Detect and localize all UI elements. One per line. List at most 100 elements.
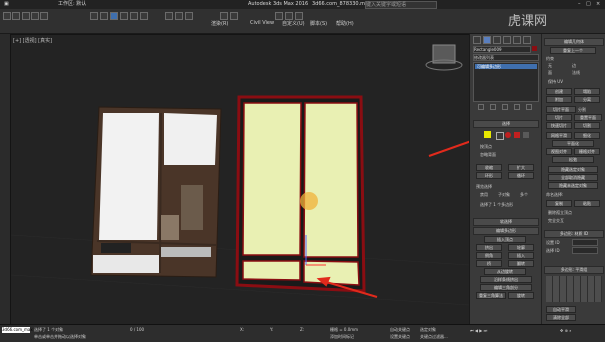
maximize-icon[interactable]: □ — [586, 0, 591, 9]
constraint-none-radio[interactable]: 无 — [548, 63, 552, 69]
show-end-result-icon[interactable] — [490, 104, 496, 110]
turn-button[interactable]: 旋转 — [508, 292, 534, 299]
border-mode-icon[interactable] — [505, 132, 511, 138]
selected-filter-dropdown[interactable]: 选定对象 — [420, 327, 436, 333]
object-name-field[interactable]: Rectangle009 — [473, 46, 531, 53]
paste-button[interactable]: 粘贴 — [574, 200, 600, 207]
motion-tab-icon[interactable] — [503, 36, 511, 44]
display-tab-icon[interactable] — [513, 36, 521, 44]
unhide-all-button[interactable]: 全部取消隐藏 — [548, 174, 598, 181]
configure-modifier-icon[interactable] — [526, 104, 532, 110]
constraint-normal-radio[interactable]: 法线 — [572, 70, 580, 76]
constraint-edge-radio[interactable]: 边 — [572, 63, 576, 69]
smoothing-group-grid[interactable] — [546, 276, 602, 302]
extrude-along-spline-button[interactable]: 沿样条线挤出 — [480, 276, 532, 283]
key-filters-button[interactable]: 关键点过滤器... — [420, 334, 448, 340]
angle-snap-icon[interactable] — [175, 12, 183, 20]
by-vertex-checkbox[interactable]: 按顶点 — [480, 144, 492, 150]
remove-modifier-icon[interactable] — [514, 104, 520, 110]
full-interactivity-checkbox[interactable]: 完全交互 — [548, 218, 564, 224]
mirror-icon[interactable] — [220, 12, 228, 20]
edge-mode-icon[interactable] — [496, 132, 504, 140]
rotate-icon[interactable] — [130, 12, 138, 20]
modify-tab-icon[interactable] — [483, 36, 491, 44]
reset-plane-button[interactable]: 重置平面 — [574, 114, 602, 121]
select-id-field[interactable] — [572, 247, 598, 254]
modifier-list-dropdown[interactable]: 修改器列表 — [473, 54, 539, 61]
preview-disabled-radio[interactable]: 禁用 — [480, 192, 488, 198]
preview-multi-radio[interactable]: 多个 — [520, 192, 528, 198]
hierarchy-tab-icon[interactable] — [493, 36, 501, 44]
outline-button[interactable]: 轮廓 — [508, 244, 534, 251]
soft-selection-rollout-header[interactable]: 软选择 — [473, 218, 539, 226]
loop-button[interactable]: 循环 — [508, 172, 534, 179]
set-key-button[interactable]: 设置关键点 — [390, 334, 410, 340]
edit-triangulation-button[interactable]: 编辑三角剖分 — [480, 284, 532, 291]
pin-stack-icon[interactable] — [478, 104, 484, 110]
bevel-button[interactable]: 倒角 — [476, 252, 502, 259]
vertex-mode-icon[interactable] — [484, 131, 491, 138]
viewport-nav-icon[interactable]: ✥ ⊕ ⌕ — [560, 328, 572, 333]
align-icon[interactable] — [230, 12, 238, 20]
grid-align-button[interactable]: 栅格对齐 — [574, 148, 600, 155]
preserve-uvs-checkbox[interactable]: 保持 UV — [548, 79, 563, 85]
percent-snap-icon[interactable] — [185, 12, 193, 20]
ring-button[interactable]: 环形 — [476, 172, 502, 179]
edit-geometry-rollout-header[interactable]: 编辑几何体 — [544, 38, 604, 46]
menu-render[interactable]: 渲染(R) — [211, 20, 228, 27]
menu-civil-view[interactable]: Civil View — [250, 20, 274, 26]
minimize-icon[interactable]: – — [578, 0, 581, 9]
flip-button[interactable]: 翻转 — [508, 260, 534, 267]
make-planar-button[interactable]: 平面化 — [552, 140, 594, 147]
undo-icon[interactable] — [3, 12, 11, 20]
polygon-material-rollout-header[interactable]: 多边形: 材质 ID — [544, 230, 604, 238]
collapse-button[interactable]: 塌陷 — [574, 88, 600, 95]
set-id-field[interactable] — [572, 239, 598, 246]
constraint-face-radio[interactable]: 面 — [548, 70, 552, 76]
bridge-button[interactable]: 桥 — [476, 260, 502, 267]
repeat-last-button[interactable]: 重复上一个 — [550, 47, 596, 54]
hide-unselected-button[interactable]: 隐藏未选定对象 — [548, 182, 598, 189]
slice-button[interactable]: 切片 — [546, 114, 572, 121]
msmooth-button[interactable]: 网格平滑 — [546, 132, 572, 139]
relax-button[interactable]: 松弛 — [552, 156, 594, 163]
select-id-button[interactable]: 选择 ID — [546, 248, 560, 254]
element-mode-icon[interactable] — [523, 132, 529, 138]
edit-polygons-rollout-header[interactable]: 编辑多边形 — [473, 227, 539, 235]
preview-subobject-radio[interactable]: 子对象 — [498, 192, 510, 198]
object-color-swatch[interactable] — [532, 46, 537, 51]
link-icon[interactable] — [22, 12, 30, 20]
render-icon[interactable] — [295, 12, 303, 20]
render-setup-icon[interactable] — [285, 12, 293, 20]
clear-all-button[interactable]: 清除全部 — [546, 314, 576, 321]
view-align-button[interactable]: 视图对齐 — [546, 148, 572, 155]
select-by-name-icon[interactable] — [100, 12, 108, 20]
quickslice-button[interactable]: 快速切片 — [546, 122, 572, 129]
slice-plane-button[interactable]: 切片平面 — [546, 106, 576, 113]
perspective-viewport[interactable]: [+] [透视] [真实] — [10, 34, 470, 326]
make-unique-icon[interactable] — [502, 104, 508, 110]
hide-selected-button[interactable]: 隐藏选定对象 — [548, 166, 598, 173]
maxscript-listener[interactable]: 3d66.com_max — [2, 327, 33, 333]
scale-icon[interactable] — [140, 12, 148, 20]
auto-smooth-button[interactable]: 自动平滑 — [546, 306, 576, 313]
grow-button[interactable]: 扩大 — [508, 164, 534, 171]
app-menu-icon[interactable]: ▣ — [4, 0, 9, 9]
select-region-icon[interactable] — [110, 12, 118, 20]
create-tab-icon[interactable] — [473, 36, 481, 44]
tessellate-button[interactable]: 细化 — [574, 132, 600, 139]
smoothing-groups-rollout-header[interactable]: 多边形: 平滑组 — [544, 266, 604, 274]
menu-scripting[interactable]: 脚本(S) — [310, 20, 327, 27]
ignore-backfacing-checkbox[interactable]: 忽略背面 — [480, 152, 496, 158]
polygon-mode-icon[interactable] — [514, 132, 520, 138]
material-editor-icon[interactable] — [275, 12, 283, 20]
workspace-dropdown[interactable]: 工作区: 默认 — [58, 0, 86, 9]
create-button[interactable]: 创建 — [546, 88, 572, 95]
stack-item-editable-poly[interactable]: 可编辑多边形 — [475, 64, 537, 69]
copy-button[interactable]: 复制 — [546, 200, 572, 207]
delete-isolated-checkbox[interactable]: 删除孤立顶点 — [548, 210, 572, 216]
unlink-icon[interactable] — [31, 12, 39, 20]
inset-button[interactable]: 插入 — [508, 252, 534, 259]
hinge-from-edge-button[interactable]: 从边旋转 — [484, 268, 526, 275]
selection-rollout-header[interactable]: 选择 — [473, 120, 539, 128]
